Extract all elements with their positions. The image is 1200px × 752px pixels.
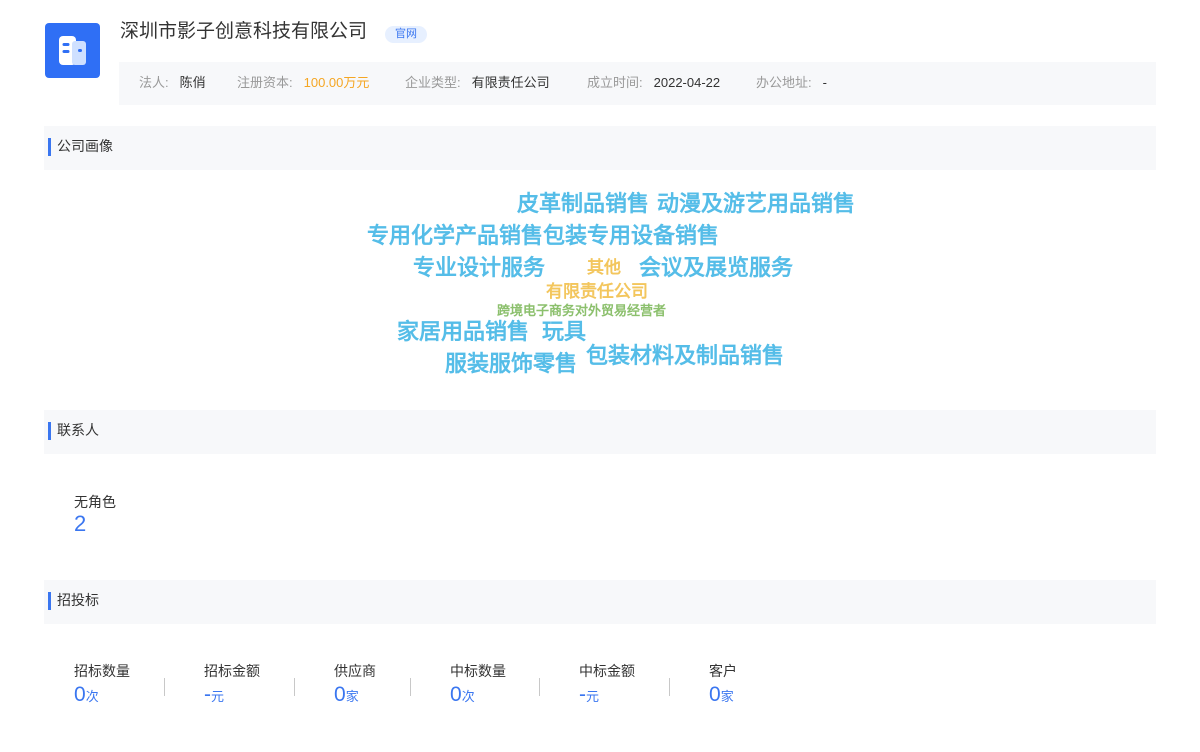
cloud-word: 包装材料及制品销售 <box>586 343 785 368</box>
cloud-word: 皮革制品销售 <box>517 191 650 216</box>
capital-label: 注册资本: <box>237 75 293 90</box>
role-count[interactable]: 2 <box>74 511 86 537</box>
section-title: 公司画像 <box>57 138 113 154</box>
address-value: - <box>822 75 827 90</box>
stat-win-count: 中标数量 0次 <box>450 662 506 710</box>
address-info: 办公地址: - <box>756 62 827 103</box>
company-type-label: 企业类型: <box>405 75 461 90</box>
website-badge[interactable]: 官网 <box>385 26 427 43</box>
stat-label: 中标数量 <box>450 663 506 679</box>
stat-bid-amount: 招标金额 -元 <box>204 662 260 710</box>
stat-customers: 客户 0家 <box>709 662 737 710</box>
company-name: 深圳市影子创意科技有限公司 <box>120 21 368 42</box>
cloud-word: 专用化学产品销售 <box>367 223 544 248</box>
stat-divider <box>164 678 165 696</box>
building-icon <box>59 36 86 65</box>
cloud-word: 会议及展览服务 <box>639 255 794 280</box>
section-contacts: 联系人 <box>44 410 1156 454</box>
company-type-info: 企业类型: 有限责任公司 <box>405 62 550 103</box>
stat-label: 供应商 <box>334 663 376 679</box>
founded-label: 成立时间: <box>587 75 643 90</box>
company-info-bar: 法人: 陈俏 注册资本: 100.00万元 企业类型: 有限责任公司 成立时间: 202… <box>119 62 1156 105</box>
stat-divider <box>539 678 540 696</box>
section-portrait: 公司画像 <box>44 126 1156 170</box>
stat-label: 中标金额 <box>579 663 635 679</box>
section-accent <box>48 138 51 156</box>
company-type-value: 有限责任公司 <box>471 75 550 90</box>
founded-value: 2022-04-22 <box>653 75 721 90</box>
stat-label: 招标金额 <box>204 663 260 679</box>
stat-value[interactable]: -元 <box>579 682 635 710</box>
stat-label: 招标数量 <box>74 663 130 679</box>
cloud-word: 有限责任公司 <box>546 282 648 301</box>
section-bidding: 招投标 <box>44 580 1156 624</box>
cloud-word: 包装专用设备销售 <box>543 223 720 248</box>
capital-value: 100.00万元 <box>303 75 370 90</box>
cloud-word: 动漫及游艺用品销售 <box>657 191 856 216</box>
section-accent <box>48 422 51 440</box>
legal-person-label: 法人: <box>139 75 169 90</box>
stat-value[interactable]: 0家 <box>334 682 376 710</box>
legal-person-info: 法人: 陈俏 <box>139 62 206 103</box>
cloud-word: 服装服饰零售 <box>445 351 578 376</box>
legal-person-value[interactable]: 陈俏 <box>180 75 206 90</box>
section-title: 联系人 <box>57 422 99 438</box>
section-accent <box>48 592 51 610</box>
cloud-word: 跨境电子商务对外贸易经营者 <box>497 303 667 318</box>
cloud-word: 家居用品销售 <box>397 319 530 344</box>
stat-value[interactable]: -元 <box>204 682 260 710</box>
stat-value[interactable]: 0次 <box>450 682 506 710</box>
address-label: 办公地址: <box>756 75 812 90</box>
stat-divider <box>669 678 670 696</box>
stat-label: 客户 <box>709 663 737 679</box>
stat-suppliers: 供应商 0家 <box>334 662 376 710</box>
stat-bid-count: 招标数量 0次 <box>74 662 130 710</box>
company-logo <box>45 23 100 78</box>
cloud-word: 其他 <box>587 258 621 277</box>
role-label: 无角色 <box>74 494 116 510</box>
section-title: 招投标 <box>57 592 99 608</box>
cloud-word: 专业设计服务 <box>413 255 546 280</box>
stat-divider <box>410 678 411 696</box>
founded-info: 成立时间: 2022-04-22 <box>587 62 720 103</box>
stat-value[interactable]: 0家 <box>709 682 737 710</box>
stat-value[interactable]: 0次 <box>74 682 130 710</box>
cloud-word: 玩具 <box>542 319 587 344</box>
capital-info: 注册资本: 100.00万元 <box>237 62 369 103</box>
stat-win-amount: 中标金额 -元 <box>579 662 635 710</box>
stat-divider <box>294 678 295 696</box>
